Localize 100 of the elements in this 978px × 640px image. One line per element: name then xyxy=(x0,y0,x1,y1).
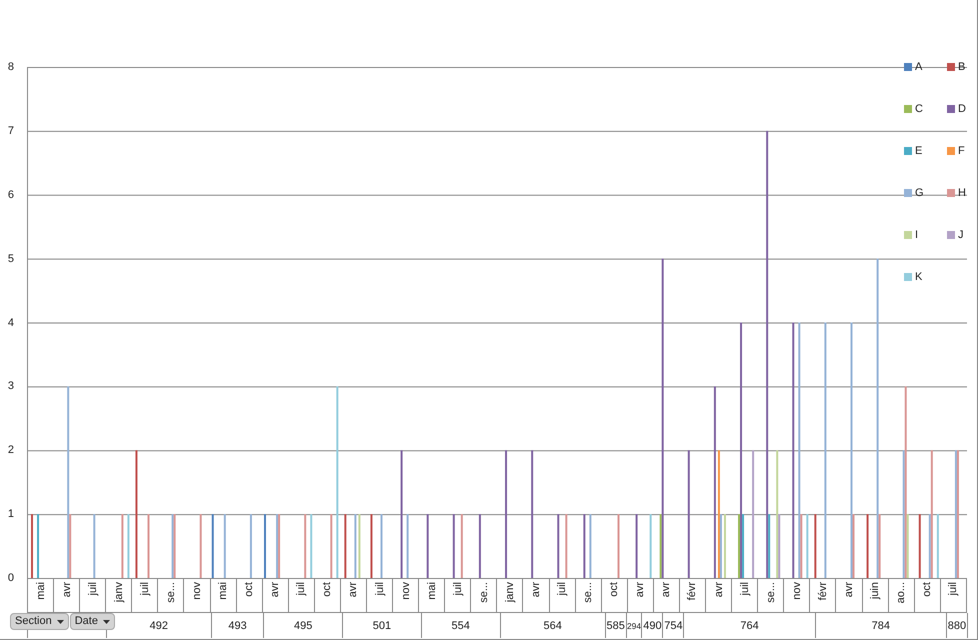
legend-label: I xyxy=(915,229,918,241)
bar xyxy=(224,514,226,578)
axis-category-label: avr xyxy=(842,582,855,598)
axis-category-label: nov xyxy=(191,582,203,600)
axis-tick-label: 0 xyxy=(8,572,14,584)
axis-group-label: 585 xyxy=(606,620,625,632)
bar xyxy=(37,514,40,578)
axis-group-label: 493 xyxy=(228,620,247,632)
bar xyxy=(250,514,252,578)
legend-label: H xyxy=(958,187,966,199)
axis-category-label: juil xyxy=(374,582,386,596)
bar xyxy=(212,514,214,578)
legend-label: C xyxy=(915,103,923,115)
bar xyxy=(583,514,586,578)
caret-icon xyxy=(102,620,110,624)
bar xyxy=(406,514,409,578)
axis-category-label: oct xyxy=(608,582,620,597)
legend-label: E xyxy=(915,145,922,157)
axis-category-label: févr xyxy=(816,582,829,600)
axis-category-label: janv xyxy=(112,582,125,602)
bar xyxy=(370,514,372,578)
legend-label: J xyxy=(958,229,964,241)
bar xyxy=(478,514,481,578)
bar xyxy=(557,514,560,578)
axis-category-label: se... xyxy=(164,582,177,603)
axis-category-label: avr xyxy=(347,582,360,598)
axis-tick-label: 8 xyxy=(8,61,14,73)
axis-group-label: 492 xyxy=(150,620,168,632)
axis-group-label: 880 xyxy=(948,620,966,632)
bar xyxy=(148,514,150,578)
axis-group-label: 784 xyxy=(872,620,890,632)
axis-tick-label: 6 xyxy=(8,188,14,201)
bar xyxy=(460,514,463,578)
axis-category-label: se... xyxy=(582,582,594,603)
axis-category-label: avr xyxy=(660,582,672,598)
bar xyxy=(650,514,652,578)
axis-tick-label: 2 xyxy=(8,444,14,456)
filter-button[interactable]: Date xyxy=(70,613,115,630)
axis-category-label: juil xyxy=(86,582,99,596)
axis-tick-label: 1 xyxy=(8,508,14,520)
legend-label: K xyxy=(915,271,922,283)
axis-group-label: 764 xyxy=(740,620,759,632)
axis-category-label: avr xyxy=(60,582,73,598)
bar xyxy=(618,514,620,578)
bar xyxy=(121,514,124,578)
axis-category-label: juil xyxy=(452,582,464,596)
bar xyxy=(304,514,306,578)
bar xyxy=(936,514,939,578)
bar xyxy=(200,514,202,578)
axis-category-label: juil xyxy=(295,582,308,596)
axis-category-label: nov xyxy=(400,582,412,600)
filter-button[interactable]: Section xyxy=(10,613,69,630)
axis-group-label: 554 xyxy=(452,620,470,632)
legend-label: B xyxy=(958,61,966,73)
axis-category-label: avr xyxy=(634,582,646,598)
axis-category-label: juil xyxy=(556,582,568,596)
axis-category-label: juil xyxy=(138,582,151,596)
bar xyxy=(814,514,816,578)
axis-category-label: ao... xyxy=(895,582,908,604)
axis-category-label: juin xyxy=(869,582,882,600)
legend-label: D xyxy=(958,103,966,115)
bar xyxy=(354,514,356,578)
bar xyxy=(589,514,592,578)
bar xyxy=(344,514,346,578)
axis-category-label: mai xyxy=(34,582,47,600)
axis-category-label: nov xyxy=(790,582,803,600)
axis-category-label: avr xyxy=(530,582,542,598)
axis-group-label: 564 xyxy=(543,620,562,632)
axis-group-label: 490 xyxy=(643,620,662,632)
axis-category-label: oct xyxy=(243,582,256,597)
axis-category-label: oct xyxy=(921,582,934,597)
bar xyxy=(565,514,568,578)
axis-group-label: 501 xyxy=(372,620,392,632)
bar xyxy=(636,514,638,578)
bar xyxy=(452,514,455,578)
axis-tick-label: 5 xyxy=(8,252,14,265)
axis-tick-label: 7 xyxy=(8,124,14,137)
axis-category-label: se... xyxy=(764,582,777,603)
axis-category-label: oct xyxy=(321,582,334,597)
axis-category-label: mai xyxy=(426,582,438,600)
axis-tick-label: 3 xyxy=(8,380,14,392)
axis-category-label: juil xyxy=(947,582,960,596)
axis-category-label: juil xyxy=(738,582,751,596)
axis-tick-label: 4 xyxy=(8,316,14,328)
bar xyxy=(426,514,429,578)
legend-label: F xyxy=(958,145,965,157)
axis-category-label: avr xyxy=(712,582,725,598)
bar xyxy=(918,514,921,578)
bar xyxy=(93,514,96,578)
legend-label: A xyxy=(915,61,922,73)
axis-category-label: avr xyxy=(269,582,282,598)
legend-label: G xyxy=(915,187,924,199)
axis-group-label: 754 xyxy=(664,620,683,632)
axis-category-label: se... xyxy=(478,582,490,603)
axis-category-label: janv xyxy=(504,582,516,602)
bar xyxy=(330,514,332,578)
axis-category-label: févr xyxy=(686,582,698,600)
bar xyxy=(724,514,726,578)
bar xyxy=(127,514,130,578)
axis-group-label: 495 xyxy=(294,620,312,632)
